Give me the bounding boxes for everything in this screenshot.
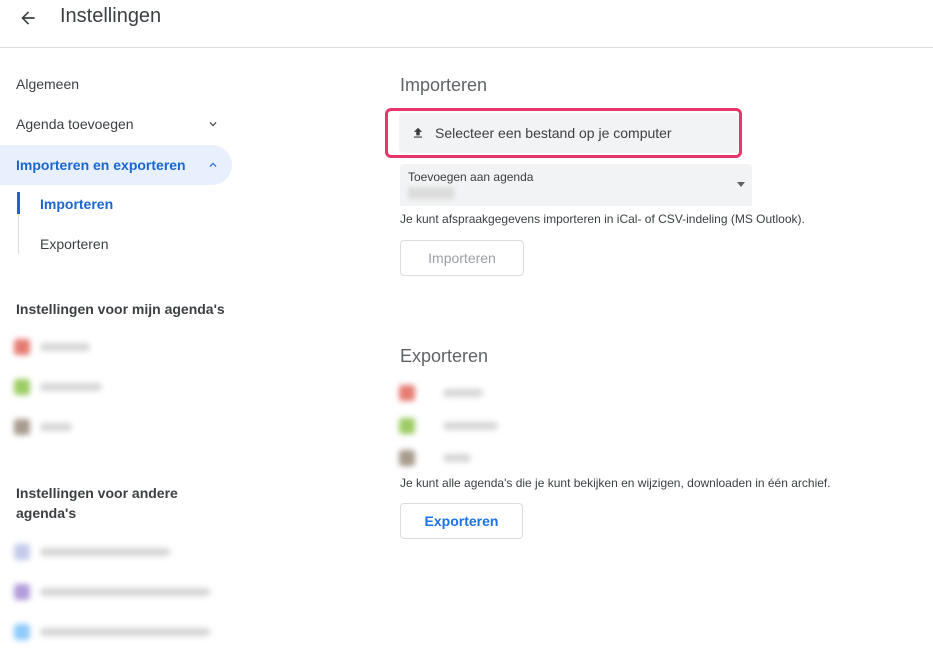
- dropdown-arrow-icon: [737, 182, 745, 187]
- back-button[interactable]: [14, 4, 42, 32]
- chevron-down-icon: [209, 122, 217, 127]
- import-heading: Importeren: [400, 75, 488, 95]
- export-calendar-redacted: [399, 418, 498, 434]
- import-button[interactable]: Importeren: [400, 240, 524, 276]
- my-calendars-heading: Instellingen voor mijn agenda's: [16, 301, 225, 317]
- sidebar-item-general[interactable]: Algemeen: [0, 64, 232, 104]
- settings-sidebar: Algemeen Agenda toevoegen Importeren en …: [0, 48, 240, 653]
- calendar-entry-redacted[interactable]: [14, 419, 72, 435]
- select-file-button[interactable]: Selecteer een bestand op je computer: [399, 113, 739, 153]
- export-heading: Exporteren: [400, 346, 489, 366]
- add-to-calendar-select[interactable]: Toevoegen aan agenda: [400, 164, 752, 206]
- select-value-redacted: [408, 187, 454, 199]
- sidebar-subitem-import[interactable]: Importeren: [40, 196, 113, 212]
- arrow-back-icon: [21, 11, 35, 25]
- export-button[interactable]: Exporteren: [400, 503, 523, 539]
- select-file-label: Selecteer een bestand op je computer: [435, 125, 672, 141]
- calendar-entry-redacted[interactable]: [14, 339, 90, 355]
- calendar-entry-redacted[interactable]: [14, 544, 170, 560]
- top-bar: Instellingen: [0, 0, 933, 48]
- calendar-entry-redacted[interactable]: [14, 624, 210, 640]
- sidebar-item-label: Importeren en exporteren: [16, 157, 186, 173]
- sidebar-item-label: Agenda toevoegen: [16, 116, 134, 132]
- export-calendar-redacted: [399, 450, 471, 466]
- page-title: Instellingen: [60, 5, 162, 27]
- sidebar-subitem-export[interactable]: Exporteren: [40, 236, 108, 252]
- calendar-entry-redacted[interactable]: [14, 584, 210, 600]
- chevron-up-icon: [209, 162, 217, 167]
- export-calendar-redacted: [399, 385, 483, 401]
- calendar-entry-redacted[interactable]: [14, 379, 102, 395]
- sidebar-item-label: Algemeen: [16, 76, 80, 92]
- import-help-text: Je kunt afspraakgegevens importeren in i…: [400, 212, 805, 226]
- upload-icon: [413, 127, 423, 138]
- subnav-active-indicator: [17, 192, 20, 214]
- select-label: Toevoegen aan agenda: [408, 170, 534, 184]
- export-help-text: Je kunt alle agenda's die je kunt bekijk…: [400, 476, 831, 490]
- sidebar-item-add-calendar[interactable]: Agenda toevoegen: [0, 104, 232, 144]
- other-calendars-heading: Instellingen voor andere agenda's: [16, 485, 178, 521]
- sidebar-item-import-export[interactable]: Importeren en exporteren: [0, 145, 232, 185]
